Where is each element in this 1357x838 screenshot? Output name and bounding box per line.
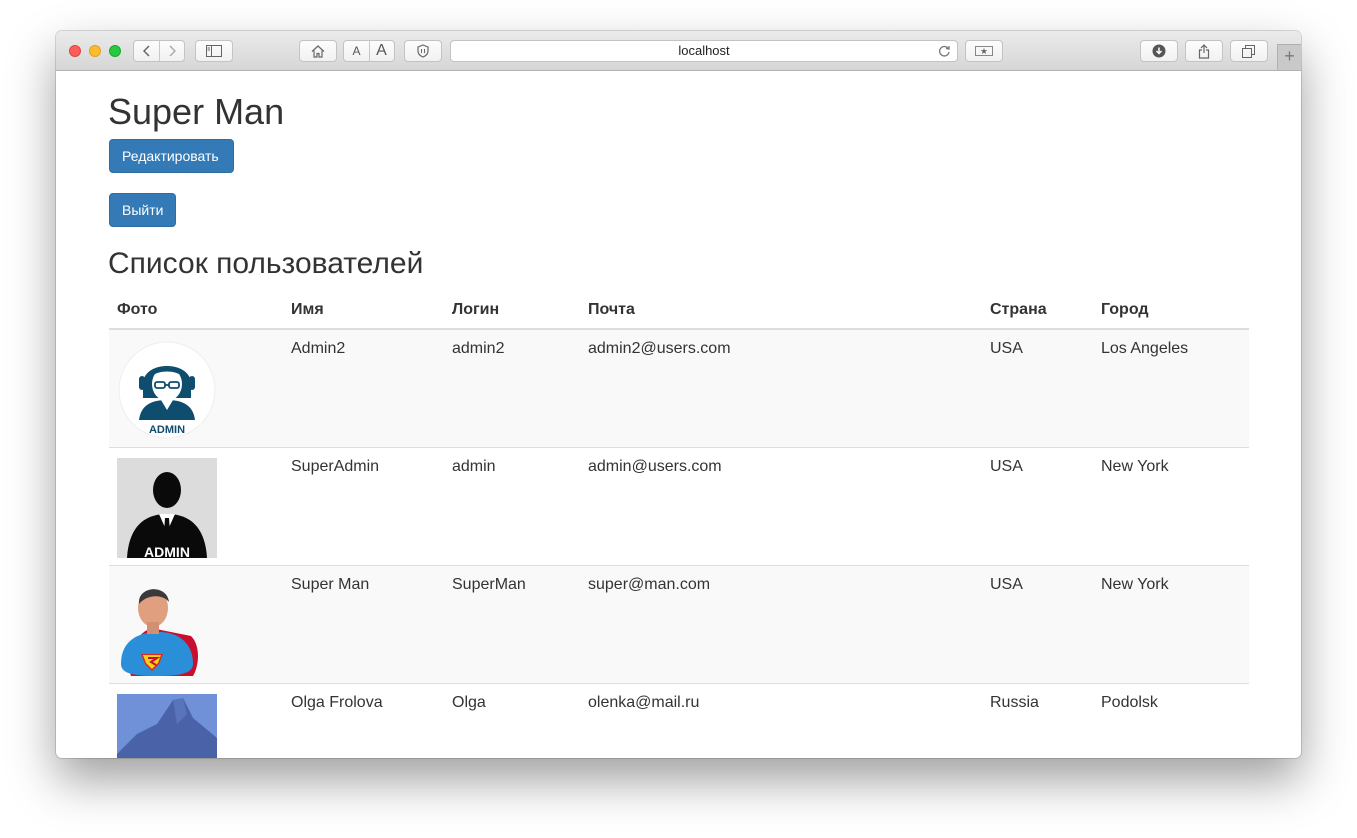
zoom-window-button[interactable] [109, 45, 121, 57]
user-country-cell: Russia [982, 683, 1093, 758]
star-bookmark-icon [975, 46, 993, 56]
table-row: Olga Frolova Olga olenka@mail.ru Russia … [109, 683, 1249, 758]
column-header-login: Логин [444, 292, 580, 330]
table-row: ADMIN SuperAdmin admin admin@users.com U… [109, 447, 1249, 566]
text-bigger-button[interactable]: A [369, 42, 394, 60]
downloads-button[interactable] [1140, 40, 1178, 62]
page-content: Super Man Редактировать Выйти Список пол… [56, 70, 1301, 758]
superman-avatar [117, 576, 217, 676]
tabs-overview-button[interactable] [1230, 40, 1268, 62]
browser-window: A A localhost + Super Man Редактировать … [56, 31, 1301, 758]
user-city-cell: Los Angeles [1093, 328, 1249, 448]
reload-button[interactable] [938, 44, 951, 64]
reload-icon [939, 45, 950, 57]
user-email-cell: olenka@mail.ru [580, 683, 982, 758]
close-window-button[interactable] [69, 45, 81, 57]
logout-button[interactable]: Выйти [109, 193, 176, 227]
text-smaller-button[interactable]: A [344, 44, 369, 58]
svg-text:ADMIN: ADMIN [149, 424, 185, 436]
user-login-cell: admin2 [444, 328, 580, 448]
table-header-row: Фото Имя Логин Почта Страна Город [109, 292, 1249, 330]
user-city-cell: Podolsk [1093, 683, 1249, 758]
text-size-group: A A [343, 40, 395, 62]
share-button[interactable] [1185, 40, 1223, 62]
user-login-cell: SuperMan [444, 565, 580, 684]
reader-button[interactable] [965, 40, 1003, 62]
user-country-cell: USA [982, 447, 1093, 566]
back-forward-group [133, 40, 185, 62]
table-row: ADMIN Admin2 admin2 admin2@users.com USA… [109, 328, 1249, 448]
sidebar-button[interactable] [195, 40, 233, 62]
column-header-photo: Фото [109, 292, 283, 330]
user-list-title: Список пользователей [108, 247, 424, 280]
table-row: Super Man SuperMan super@man.com USA New… [109, 565, 1249, 684]
chevron-right-icon [168, 45, 176, 57]
user-name-cell: Super Man [283, 565, 444, 684]
column-header-email: Почта [580, 292, 982, 330]
user-email-cell: admin2@users.com [580, 328, 982, 448]
sidebar-icon [206, 45, 222, 57]
photo-cell: ADMIN [109, 328, 283, 448]
home-button[interactable] [299, 40, 337, 62]
tabs-icon [1242, 44, 1255, 58]
user-email-cell: super@man.com [580, 565, 982, 684]
user-country-cell: USA [982, 565, 1093, 684]
user-email-cell: admin@users.com [580, 447, 982, 566]
address-url: localhost [678, 43, 730, 58]
new-tab-button[interactable]: + [1277, 44, 1301, 70]
edit-button[interactable]: Редактировать [109, 139, 234, 173]
user-name-cell: Olga Frolova [283, 683, 444, 758]
shield-icon [417, 44, 429, 58]
avatar-caption: ADMIN [144, 544, 190, 558]
back-button[interactable] [134, 45, 159, 57]
users-table: Фото Имя Логин Почта Страна Город ADMIN … [109, 292, 1249, 758]
share-icon [1198, 43, 1210, 59]
user-city-cell: New York [1093, 565, 1249, 684]
column-header-country: Страна [982, 292, 1093, 330]
browser-toolbar: A A localhost + [56, 31, 1301, 71]
user-country-cell: USA [982, 328, 1093, 448]
photo-cell [109, 565, 283, 684]
photo-cell: ADMIN [109, 447, 283, 566]
user-login-cell: Olga [444, 683, 580, 758]
admin-headset-avatar: ADMIN [117, 340, 217, 440]
download-icon [1152, 44, 1166, 58]
chevron-left-icon [142, 45, 150, 57]
minimize-window-button[interactable] [89, 45, 101, 57]
address-bar[interactable]: localhost [450, 40, 958, 62]
photo-cell [109, 683, 283, 758]
privacy-button[interactable] [404, 40, 442, 62]
page-title: Super Man [108, 91, 285, 132]
user-name-cell: SuperAdmin [283, 447, 444, 566]
user-name-cell: Admin2 [283, 328, 444, 448]
user-city-cell: New York [1093, 447, 1249, 566]
forward-button[interactable] [159, 45, 184, 57]
admin-silhouette-avatar: ADMIN [117, 458, 217, 558]
home-icon [311, 44, 325, 58]
column-header-city: Город [1093, 292, 1249, 330]
plus-icon: + [1284, 46, 1295, 66]
user-login-cell: admin [444, 447, 580, 566]
mountain-photo [117, 694, 217, 758]
column-header-name: Имя [283, 292, 444, 330]
